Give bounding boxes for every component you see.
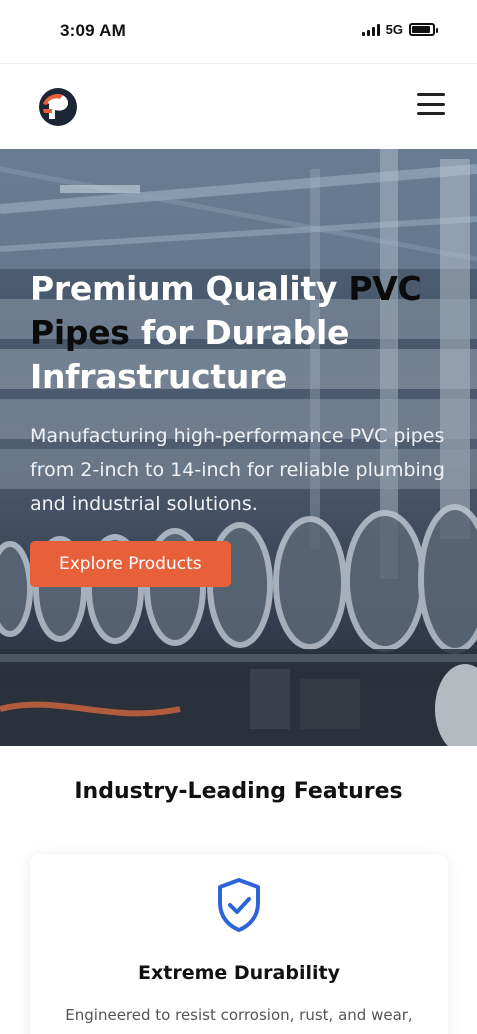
hero-content: Premium Quality PVC Pipes for Durable In…: [30, 267, 450, 587]
battery-icon: [409, 23, 438, 36]
features-section: Industry-Leading Features Extreme Durabi…: [0, 746, 477, 1034]
shield-check-icon: [218, 878, 260, 932]
brand-logo-icon[interactable]: [38, 87, 78, 127]
hero-title: Premium Quality PVC Pipes for Durable In…: [30, 267, 450, 399]
status-indicators: 5G: [361, 22, 438, 37]
site-header: [0, 65, 477, 149]
feature-card: Extreme Durability Engineered to resist …: [30, 854, 448, 1034]
feature-title: Extreme Durability: [138, 962, 340, 984]
hero-title-part1: Premium Quality: [30, 269, 349, 308]
status-time: 3:09 AM: [60, 21, 126, 40]
hero-subtitle: Manufacturing high-performance PVC pipes…: [30, 425, 445, 515]
battery-level: [412, 26, 430, 33]
explore-products-button[interactable]: Explore Products: [30, 541, 231, 587]
feature-description: Engineered to resist corrosion, rust, an…: [60, 1006, 417, 1034]
signal-icon: [361, 23, 380, 36]
hero-section: Premium Quality PVC Pipes for Durable In…: [0, 149, 477, 746]
status-bar: 3:09 AM 5G: [0, 0, 477, 64]
hamburger-menu-icon[interactable]: [417, 93, 445, 115]
network-type: 5G: [385, 22, 403, 37]
features-title: Industry-Leading Features: [74, 779, 403, 804]
